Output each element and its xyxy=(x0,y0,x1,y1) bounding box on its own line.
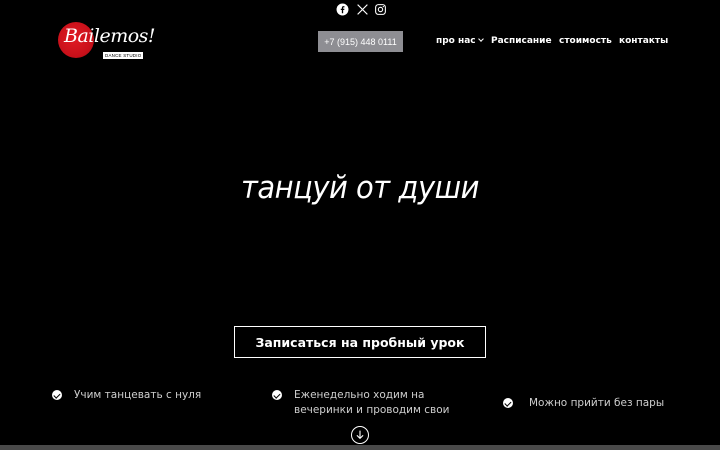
feature-item: Можно прийти без пары xyxy=(503,396,693,412)
chevron-down-icon xyxy=(477,36,484,42)
feature-item: Учим танцевать с нуля xyxy=(52,388,252,404)
horizontal-scrollbar[interactable] xyxy=(0,445,720,450)
feature-text: Учим танцевать с нуля xyxy=(74,389,202,401)
facebook-link[interactable] xyxy=(336,3,349,16)
scrollbar-thumb[interactable] xyxy=(0,445,720,450)
check-circle-icon xyxy=(272,390,282,400)
hero-title: танцуй от души xyxy=(240,168,480,206)
x-icon xyxy=(357,4,368,15)
facebook-icon xyxy=(336,3,349,16)
trial-lesson-button[interactable]: Записаться на пробный урок xyxy=(234,326,486,358)
instagram-link[interactable] xyxy=(374,3,387,16)
logo-script: Bailemos! xyxy=(64,25,156,47)
nav-item-about[interactable]: про нас xyxy=(436,35,484,47)
social-bar xyxy=(330,3,390,17)
x-link[interactable] xyxy=(356,3,369,16)
check-circle-icon xyxy=(503,398,513,408)
feature-item: Еженедельно ходим на вечеринки и проводи… xyxy=(272,388,482,420)
feature-text: Можно прийти без пары xyxy=(529,397,665,409)
phone-button[interactable]: +7 (915) 448 0111 xyxy=(318,31,403,52)
feature-text: вечеринки и проводим свои xyxy=(294,404,450,416)
logo-subtitle: DANCE STUDIO xyxy=(103,52,144,59)
check-circle-icon xyxy=(52,390,62,400)
arrow-down-circle-icon xyxy=(356,430,364,439)
nav-item-schedule[interactable]: Расписание xyxy=(491,35,552,47)
nav-item-contacts[interactable]: контакты xyxy=(619,35,668,47)
logo[interactable]: Bailemos! DANCE STUDIO xyxy=(54,22,156,62)
nav-item-about-label: про нас xyxy=(436,36,476,46)
instagram-icon xyxy=(375,4,386,15)
scroll-down-button[interactable] xyxy=(351,426,369,444)
nav-item-pricing[interactable]: стоимость xyxy=(559,35,612,47)
feature-text: Еженедельно ходим на xyxy=(294,389,425,401)
